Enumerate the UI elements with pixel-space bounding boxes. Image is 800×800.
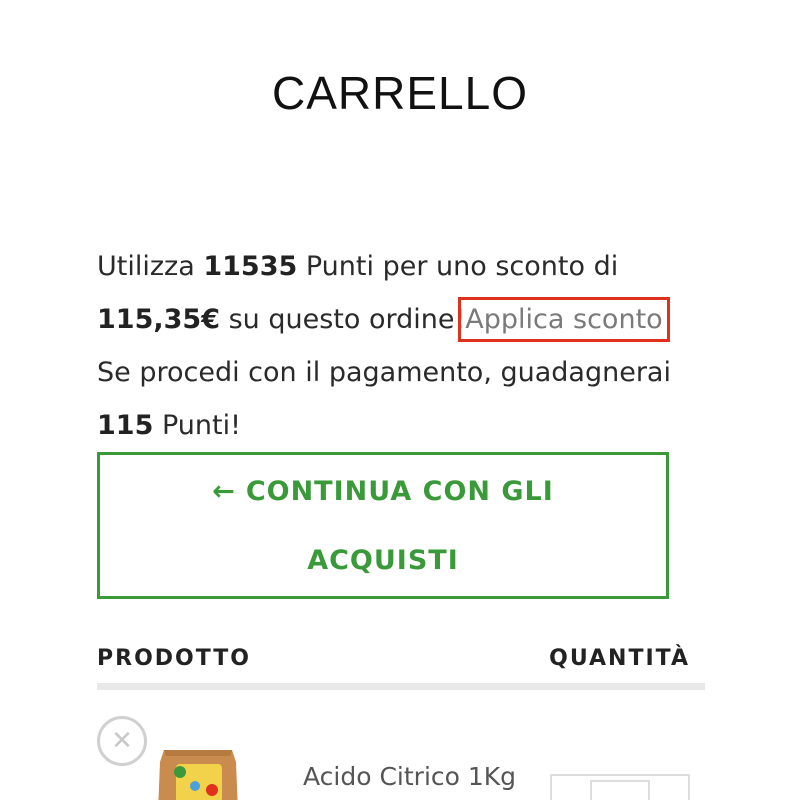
continue-shopping-line-1: ← CONTINUA CON GLI xyxy=(100,457,666,526)
quantity-decrease-button[interactable] xyxy=(552,776,590,800)
continue-shopping-button[interactable]: ← CONTINUA CON GLI ACQUISTI xyxy=(97,452,669,599)
use-mid: Punti per uno sconto di xyxy=(305,251,619,282)
points-notice-line-4: 115 Punti! xyxy=(97,399,737,452)
points-notice-line-1: Utilizza 11535 Punti per uno sconto di xyxy=(97,240,737,293)
quantity-input[interactable] xyxy=(590,780,650,800)
remove-item-button[interactable]: ✕ xyxy=(97,716,147,766)
page-title: CARRELLO xyxy=(272,67,528,119)
column-quantity: QUANTITÀ xyxy=(549,646,690,671)
points-notice-line-3: Se procedi con il pagamento, guadagnerai xyxy=(97,346,737,399)
cart-table-header: PRODOTTO QUANTITÀ xyxy=(97,646,705,690)
order-suffix: su questo ordine! xyxy=(228,304,466,335)
earn-suffix: Punti! xyxy=(161,410,241,441)
points-amount: 11535 xyxy=(203,251,298,282)
quantity-stepper[interactable] xyxy=(550,774,690,800)
product-thumbnail[interactable] xyxy=(150,742,246,800)
continue-shopping-label-2: ACQUISTI xyxy=(307,544,459,576)
earn-line: Se procedi con il pagamento, guadagnerai xyxy=(97,357,671,388)
apply-discount-link[interactable]: Applica sconto xyxy=(458,297,670,342)
use-prefix: Utilizza xyxy=(97,251,195,282)
discount-amount: 115,35€ xyxy=(97,304,220,335)
close-icon: ✕ xyxy=(111,726,133,756)
product-name[interactable]: Acido Citrico 1Kg xyxy=(303,762,516,791)
quantity-increase-button[interactable] xyxy=(650,776,688,800)
points-notice: Utilizza 11535 Punti per uno sconto di 1… xyxy=(97,240,737,452)
continue-shopping-label-1: CONTINUA CON GLI xyxy=(245,475,554,507)
arrow-left-icon: ← xyxy=(212,475,236,507)
column-product: PRODOTTO xyxy=(97,646,251,671)
points-notice-line-2: 115,35€ su questo ordine!Applica sconto xyxy=(97,293,737,346)
earn-points: 115 xyxy=(97,410,154,441)
product-bag-icon xyxy=(158,750,238,800)
